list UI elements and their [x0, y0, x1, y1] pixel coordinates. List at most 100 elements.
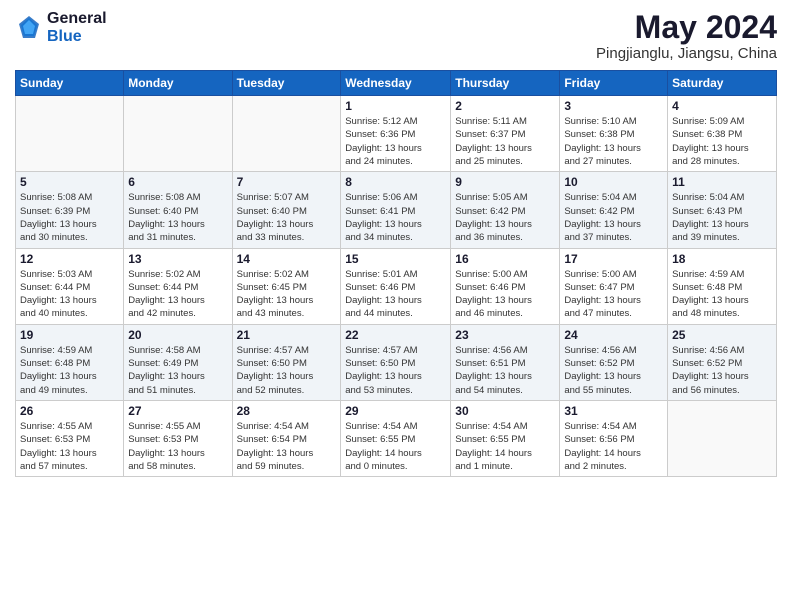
day-number: 27: [128, 404, 227, 418]
subtitle: Pingjianglu, Jiangsu, China: [596, 45, 777, 62]
day-number: 15: [345, 252, 446, 266]
calendar-header-saturday: Saturday: [668, 71, 777, 96]
day-info: Sunrise: 5:00 AM Sunset: 6:47 PM Dayligh…: [564, 268, 663, 321]
header: General Blue May 2024 Pingjianglu, Jiang…: [15, 10, 777, 62]
day-number: 10: [564, 175, 663, 189]
day-number: 30: [455, 404, 555, 418]
calendar-cell: 31Sunrise: 4:54 AM Sunset: 6:56 PM Dayli…: [560, 400, 668, 476]
calendar-cell: 28 Sunrise: 4:54 AM Sunset: 6:54 PM Dayli…: [232, 400, 341, 476]
day-number: 22: [345, 328, 446, 342]
logo-text: General Blue: [47, 10, 107, 45]
calendar-header-wednesday: Wednesday: [341, 71, 451, 96]
calendar-header-sunday: Sunday: [16, 71, 124, 96]
calendar-cell: [668, 400, 777, 476]
day-number: 21: [237, 328, 337, 342]
day-info: Sunrise: 5:07 AM Sunset: 6:40 PM Dayligh…: [237, 191, 337, 244]
calendar-cell: [232, 96, 341, 172]
day-info: Sunrise: 5:11 AM Sunset: 6:37 PM Dayligh…: [455, 115, 555, 168]
calendar-cell: 26Sunrise: 4:55 AM Sunset: 6:53 PM Dayli…: [16, 400, 124, 476]
day-info: Sunrise: 5:10 AM Sunset: 6:38 PM Dayligh…: [564, 115, 663, 168]
calendar-cell: 2 Sunrise: 5:11 AM Sunset: 6:37 PM Daylig…: [451, 96, 560, 172]
calendar-cell: 14Sunrise: 5:02 AM Sunset: 6:45 PM Dayli…: [232, 248, 341, 324]
calendar-header-friday: Friday: [560, 71, 668, 96]
calendar-cell: 7 Sunrise: 5:07 AM Sunset: 6:40 PM Daylig…: [232, 172, 341, 248]
day-info: Sunrise: 4:59 AM Sunset: 6:48 PM Dayligh…: [20, 344, 119, 397]
day-info: Sunrise: 5:03 AM Sunset: 6:44 PM Dayligh…: [20, 268, 119, 321]
day-number: 29: [345, 404, 446, 418]
day-info: Sunrise: 5:12 AM Sunset: 6:36 PM Dayligh…: [345, 115, 446, 168]
calendar-cell: 15 Sunrise: 5:01 AM Sunset: 6:46 PM Dayli…: [341, 248, 451, 324]
day-number: 7: [237, 175, 337, 189]
calendar-cell: 8Sunrise: 5:06 AM Sunset: 6:41 PM Daylig…: [341, 172, 451, 248]
calendar-cell: 18Sunrise: 4:59 AM Sunset: 6:48 PM Dayli…: [668, 248, 777, 324]
calendar-cell: [16, 96, 124, 172]
day-number: 12: [20, 252, 119, 266]
calendar-cell: 29 Sunrise: 4:54 AM Sunset: 6:55 PM Dayli…: [341, 400, 451, 476]
day-info: Sunrise: 5:08 AM Sunset: 6:40 PM Dayligh…: [128, 191, 227, 244]
calendar-cell: 25Sunrise: 4:56 AM Sunset: 6:52 PM Dayli…: [668, 324, 777, 400]
calendar-week-5: 26Sunrise: 4:55 AM Sunset: 6:53 PM Dayli…: [16, 400, 777, 476]
calendar-cell: 1 Sunrise: 5:12 AM Sunset: 6:36 PM Daylig…: [341, 96, 451, 172]
calendar-cell: 17 Sunrise: 5:00 AM Sunset: 6:47 PM Dayli…: [560, 248, 668, 324]
day-info: Sunrise: 4:54 AM Sunset: 6:54 PM Dayligh…: [237, 420, 337, 473]
day-number: 19: [20, 328, 119, 342]
calendar-header-monday: Monday: [124, 71, 232, 96]
day-number: 24: [564, 328, 663, 342]
calendar-cell: 30 Sunrise: 4:54 AM Sunset: 6:55 PM Dayli…: [451, 400, 560, 476]
day-info: Sunrise: 5:09 AM Sunset: 6:38 PM Dayligh…: [672, 115, 772, 168]
calendar-cell: 9 Sunrise: 5:05 AM Sunset: 6:42 PM Daylig…: [451, 172, 560, 248]
calendar-cell: 10Sunrise: 5:04 AM Sunset: 6:42 PM Dayli…: [560, 172, 668, 248]
day-info: Sunrise: 4:59 AM Sunset: 6:48 PM Dayligh…: [672, 268, 772, 321]
calendar-cell: 27 Sunrise: 4:55 AM Sunset: 6:53 PM Dayli…: [124, 400, 232, 476]
day-number: 6: [128, 175, 227, 189]
calendar-header-row: SundayMondayTuesdayWednesdayThursdayFrid…: [16, 71, 777, 96]
day-number: 1: [345, 99, 446, 113]
calendar-cell: 20 Sunrise: 4:58 AM Sunset: 6:49 PM Dayli…: [124, 324, 232, 400]
day-info: Sunrise: 4:58 AM Sunset: 6:49 PM Dayligh…: [128, 344, 227, 397]
main-title: May 2024: [596, 10, 777, 45]
calendar-cell: 11 Sunrise: 5:04 AM Sunset: 6:43 PM Dayli…: [668, 172, 777, 248]
calendar-cell: 24 Sunrise: 4:56 AM Sunset: 6:52 PM Dayli…: [560, 324, 668, 400]
day-number: 11: [672, 175, 772, 189]
day-number: 5: [20, 175, 119, 189]
calendar-cell: 6 Sunrise: 5:08 AM Sunset: 6:40 PM Daylig…: [124, 172, 232, 248]
calendar-cell: 3 Sunrise: 5:10 AM Sunset: 6:38 PM Daylig…: [560, 96, 668, 172]
calendar-header-thursday: Thursday: [451, 71, 560, 96]
day-info: Sunrise: 4:54 AM Sunset: 6:55 PM Dayligh…: [345, 420, 446, 473]
day-number: 16: [455, 252, 555, 266]
day-info: Sunrise: 4:56 AM Sunset: 6:52 PM Dayligh…: [564, 344, 663, 397]
day-info: Sunrise: 5:08 AM Sunset: 6:39 PM Dayligh…: [20, 191, 119, 244]
calendar-cell: 12 Sunrise: 5:03 AM Sunset: 6:44 PM Dayli…: [16, 248, 124, 324]
day-info: Sunrise: 5:05 AM Sunset: 6:42 PM Dayligh…: [455, 191, 555, 244]
day-info: Sunrise: 4:55 AM Sunset: 6:53 PM Dayligh…: [128, 420, 227, 473]
day-number: 28: [237, 404, 337, 418]
day-info: Sunrise: 5:02 AM Sunset: 6:45 PM Dayligh…: [237, 268, 337, 321]
day-number: 4: [672, 99, 772, 113]
day-number: 31: [564, 404, 663, 418]
calendar-cell: 5 Sunrise: 5:08 AM Sunset: 6:39 PM Daylig…: [16, 172, 124, 248]
day-number: 13: [128, 252, 227, 266]
day-number: 23: [455, 328, 555, 342]
day-number: 2: [455, 99, 555, 113]
logo-icon: [15, 14, 43, 42]
day-number: 20: [128, 328, 227, 342]
calendar-week-4: 19 Sunrise: 4:59 AM Sunset: 6:48 PM Dayli…: [16, 324, 777, 400]
calendar-table: SundayMondayTuesdayWednesdayThursdayFrid…: [15, 70, 777, 477]
day-info: Sunrise: 4:54 AM Sunset: 6:55 PM Dayligh…: [455, 420, 555, 473]
day-number: 3: [564, 99, 663, 113]
day-info: Sunrise: 4:57 AM Sunset: 6:50 PM Dayligh…: [237, 344, 337, 397]
calendar-cell: 22 Sunrise: 4:57 AM Sunset: 6:50 PM Dayli…: [341, 324, 451, 400]
calendar-cell: 21 Sunrise: 4:57 AM Sunset: 6:50 PM Dayli…: [232, 324, 341, 400]
logo: General Blue: [15, 10, 107, 45]
day-info: Sunrise: 5:01 AM Sunset: 6:46 PM Dayligh…: [345, 268, 446, 321]
page: General Blue May 2024 Pingjianglu, Jiang…: [0, 0, 792, 612]
day-info: Sunrise: 4:57 AM Sunset: 6:50 PM Dayligh…: [345, 344, 446, 397]
calendar-week-2: 5 Sunrise: 5:08 AM Sunset: 6:39 PM Daylig…: [16, 172, 777, 248]
day-number: 17: [564, 252, 663, 266]
day-number: 25: [672, 328, 772, 342]
day-number: 9: [455, 175, 555, 189]
day-info: Sunrise: 5:04 AM Sunset: 6:43 PM Dayligh…: [672, 191, 772, 244]
calendar-week-3: 12 Sunrise: 5:03 AM Sunset: 6:44 PM Dayli…: [16, 248, 777, 324]
day-info: Sunrise: 4:56 AM Sunset: 6:51 PM Dayligh…: [455, 344, 555, 397]
calendar-week-1: 1 Sunrise: 5:12 AM Sunset: 6:36 PM Daylig…: [16, 96, 777, 172]
